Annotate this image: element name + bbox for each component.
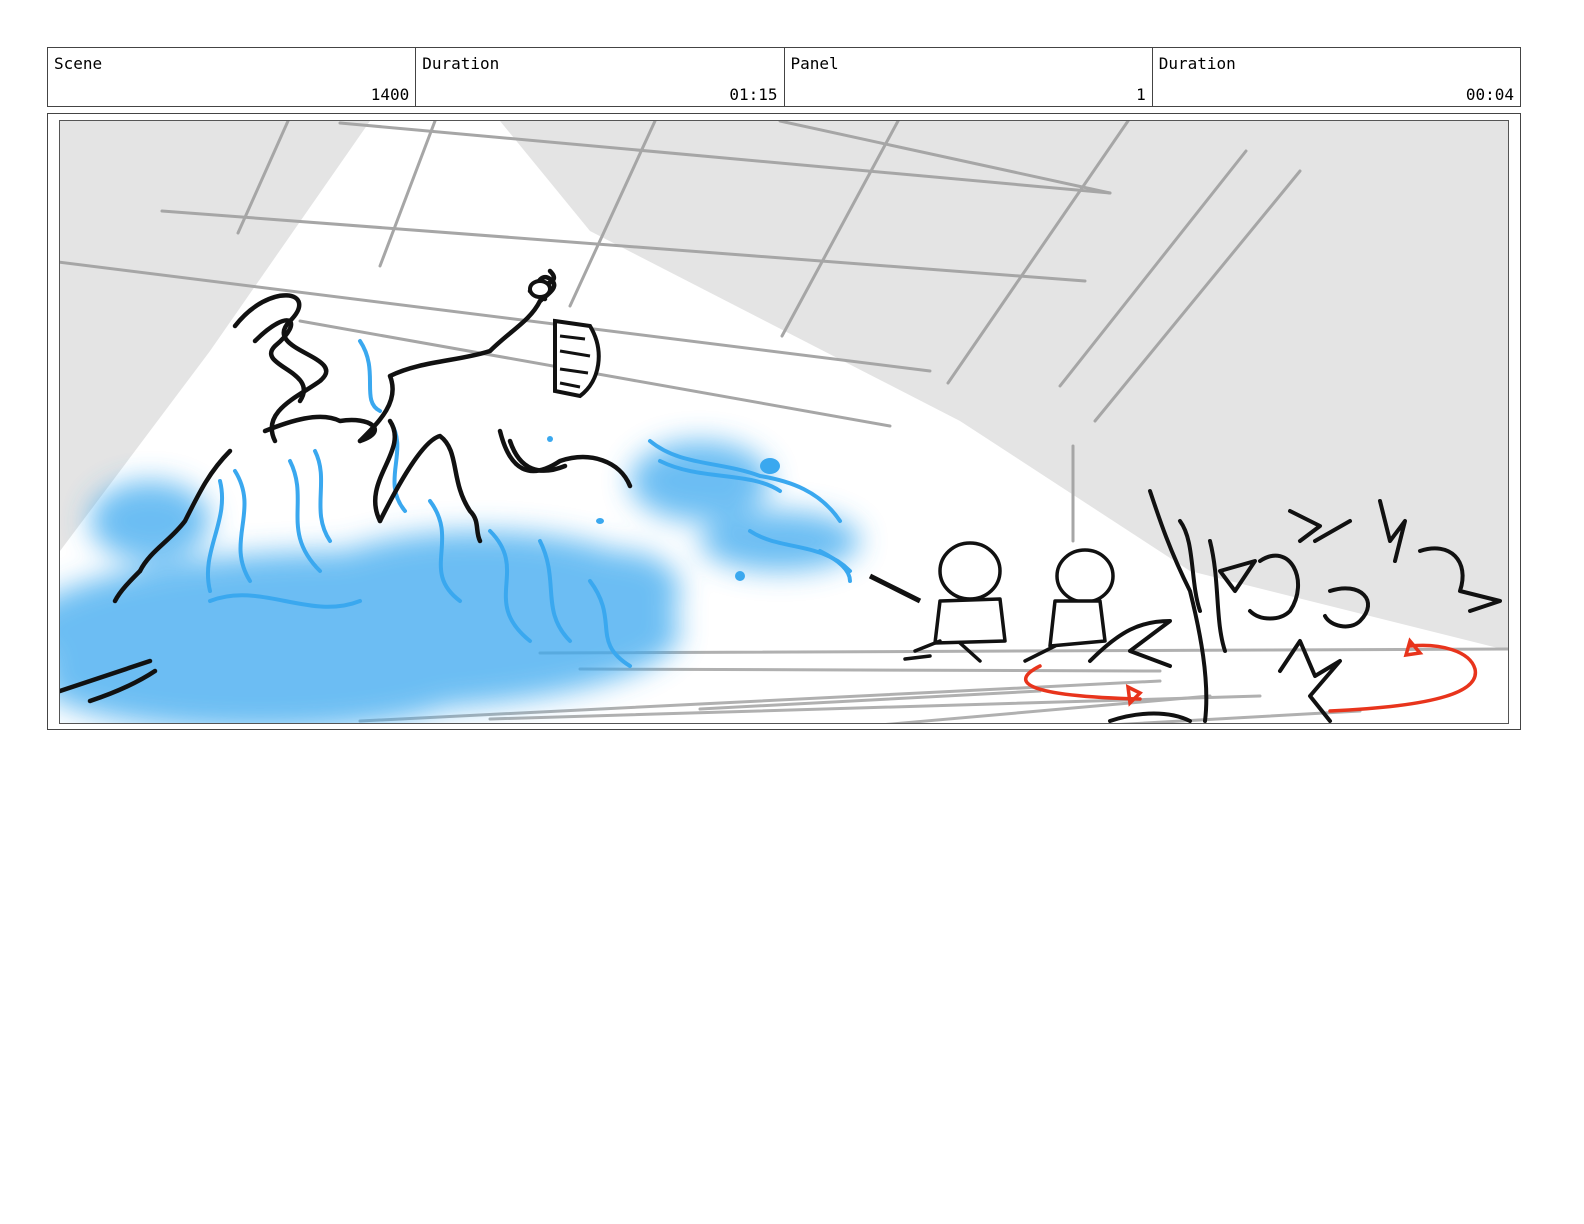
- storyboard-header: Scene 1400 Duration 01:15 Panel 1 Durati…: [47, 47, 1521, 107]
- panel-duration-value: 00:04: [1465, 85, 1514, 104]
- scene-number: 1400: [370, 85, 410, 104]
- panel-duration-label: Duration: [1158, 54, 1236, 73]
- scene-duration-value: 01:15: [729, 85, 778, 104]
- storyboard-panel-drawing: [59, 120, 1509, 724]
- scene-duration-cell: Duration 01:15: [416, 48, 785, 106]
- panel-cell: Panel 1: [785, 48, 1153, 106]
- scene-cell: Scene 1400: [48, 48, 417, 106]
- storyboard-panel-frame: [47, 113, 1521, 730]
- panel-sketch: [60, 121, 1508, 723]
- panel-label: Panel: [790, 54, 839, 73]
- scene-label: Scene: [54, 54, 103, 73]
- scene-duration-label: Duration: [422, 54, 500, 73]
- panel-duration-cell: Duration 00:04: [1153, 48, 1520, 106]
- panel-number: 1: [1136, 85, 1146, 104]
